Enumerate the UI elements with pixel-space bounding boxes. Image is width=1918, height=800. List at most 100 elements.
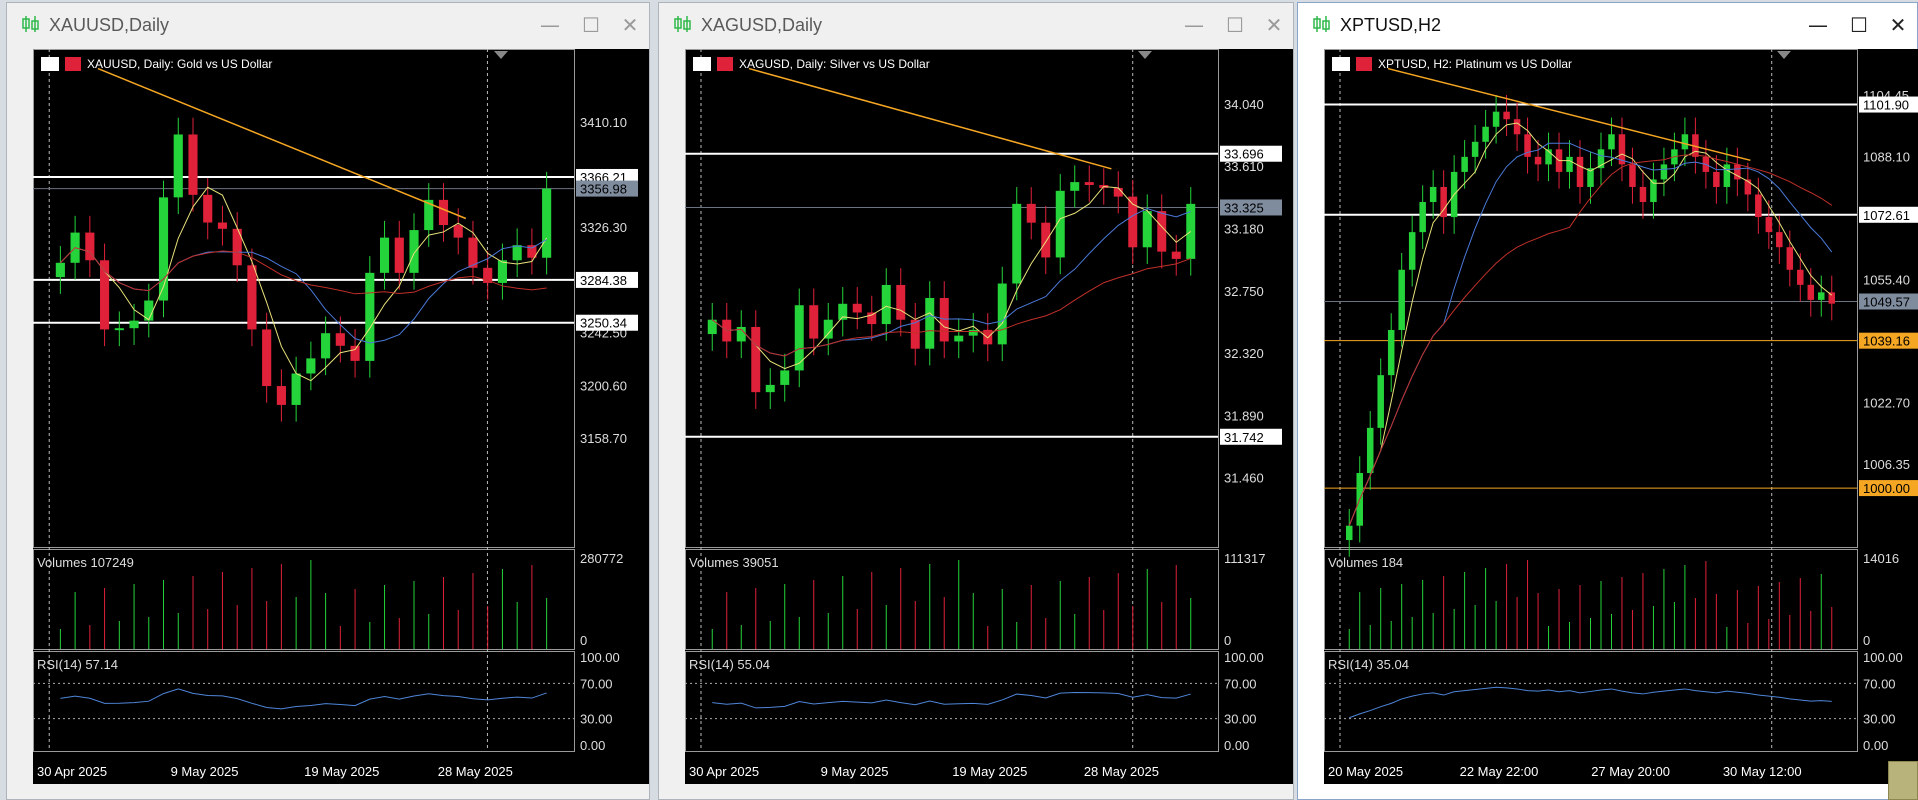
candle-body	[114, 328, 124, 331]
candle-body	[203, 194, 213, 223]
candle-body	[1387, 329, 1395, 376]
price-axis-label: 31.460	[1224, 471, 1264, 486]
price-chart[interactable]: 34.040 33.610 33.180 32.750 32.320 31.890 31.4…	[685, 49, 1293, 784]
date-axis-label: 28 May 2025	[1084, 764, 1159, 779]
chart-menu-icon[interactable]	[41, 57, 59, 71]
candlestick-chart-icon	[21, 15, 41, 33]
rsi-axis-label: 100.00	[1863, 650, 1903, 665]
date-axis-label: 9 May 2025	[171, 764, 239, 779]
candlestick-chart-icon	[1312, 15, 1332, 33]
candle-body	[512, 245, 522, 261]
rsi-axis-label: 70.00	[1863, 676, 1896, 691]
title-bar[interactable]: XAGUSD,Daily — ☐ ✕	[659, 3, 1293, 47]
date-axis-label: 19 May 2025	[304, 764, 379, 779]
candle-body	[173, 134, 183, 198]
chart-window-xau[interactable]: XAUUSD,Daily — ☐ ✕ 3410.10 3326.30 3242.50 3200…	[6, 2, 650, 800]
close-button[interactable]: ✕	[1257, 9, 1291, 41]
chart-menu-icon[interactable]	[693, 57, 711, 71]
candle-body	[1807, 284, 1815, 300]
candle-body	[1142, 211, 1152, 248]
candle-body	[1786, 247, 1794, 270]
candle-body	[765, 384, 775, 393]
symbol-info-label: XAGUSD, Daily: Silver vs US Dollar	[739, 57, 930, 71]
chart-canvas[interactable]: 34.04033.61033.18032.75032.32031.89031.4…	[685, 49, 1293, 784]
shift-marker-icon[interactable]	[1138, 51, 1152, 59]
volume-axis-label: 280772	[580, 551, 623, 566]
candle-body	[1629, 164, 1636, 187]
maximize-button[interactable]: ☐	[1218, 9, 1252, 41]
rsi-axis-label: 100.00	[1224, 650, 1264, 665]
candle-body	[1345, 525, 1353, 541]
one-click-trading-icon[interactable]	[65, 57, 81, 71]
candle-body	[379, 237, 390, 273]
minimize-button[interactable]: —	[1177, 9, 1211, 41]
shift-marker-icon[interactable]	[1777, 51, 1791, 59]
level-price-label: 31.742	[1224, 430, 1264, 445]
one-click-trading-icon[interactable]	[1356, 57, 1372, 71]
level-price-label: 33.325	[1224, 200, 1264, 215]
candle-body	[1681, 134, 1689, 150]
symbol-info-label: XPTUSD, H2: Platinum vs US Dollar	[1378, 57, 1572, 71]
minimize-button[interactable]: —	[533, 9, 567, 41]
candle-body	[1070, 182, 1080, 191]
date-axis-label: 22 May 22:00	[1460, 764, 1539, 779]
candle-body	[1818, 292, 1825, 300]
minimize-button[interactable]: —	[1801, 9, 1835, 41]
candle-body	[1366, 427, 1374, 474]
chart-menu-icon[interactable]	[1332, 57, 1350, 71]
chart-window-xpt[interactable]: XPTUSD,H2— ☐ ✕ 1104.45 1088.10 1055.40 1022.70…	[1297, 2, 1918, 800]
candle-body	[910, 319, 920, 349]
candle-body	[438, 199, 449, 226]
price-chart[interactable]: 1104.45 1088.10 1055.40 1022.70 1006.35 1101.…	[1324, 49, 1918, 784]
price-axis-label: 32.750	[1224, 284, 1264, 299]
candle-body	[1503, 111, 1510, 120]
level-price-label: 1049.57	[1863, 295, 1910, 310]
candle-body	[809, 305, 819, 339]
price-axis-label: 1055.40	[1863, 273, 1910, 288]
candle-body	[1765, 217, 1773, 233]
close-button[interactable]: ✕	[1881, 9, 1915, 41]
candle-body	[1566, 156, 1573, 172]
trend-line[interactable]	[97, 67, 467, 220]
price-axis-label: 33.180	[1224, 221, 1264, 236]
volume-axis-label: 0	[580, 633, 587, 648]
candle-body	[291, 373, 301, 405]
candle-body	[896, 284, 906, 320]
date-axis-label: 30 Apr 2025	[37, 764, 107, 779]
candle-body	[365, 272, 375, 361]
candle-body	[867, 312, 877, 325]
candle-body	[247, 265, 257, 330]
date-axis-label: 19 May 2025	[952, 764, 1027, 779]
title-bar[interactable]: XAUUSD,Daily — ☐ ✕	[7, 3, 649, 47]
chart-canvas[interactable]: 3410.103326.303242.503200.603158.703366.…	[33, 49, 649, 784]
resize-grip[interactable]	[1888, 761, 1918, 800]
candle-body	[542, 188, 552, 258]
candle-body	[453, 225, 463, 238]
candle-body	[276, 386, 286, 405]
level-price-label: 1101.90	[1863, 98, 1909, 113]
one-click-trading-icon[interactable]	[717, 57, 733, 71]
price-axis-label: 3326.30	[580, 220, 627, 235]
candle-body	[881, 284, 891, 325]
volume-axis-label: 111317	[1224, 551, 1265, 566]
maximize-button[interactable]: ☐	[1842, 9, 1876, 41]
title-bar[interactable]: XPTUSD,H2 — ☐ ✕	[1298, 3, 1917, 47]
maximize-button[interactable]: ☐	[574, 9, 608, 41]
candle-body	[1482, 126, 1489, 142]
level-price-label: 3356.98	[580, 182, 627, 197]
candle-body	[1113, 187, 1123, 197]
symbol-info-label: XAUUSD, Daily: Gold vs US Dollar	[87, 57, 272, 71]
candle-body	[55, 262, 65, 278]
candle-body	[1576, 156, 1584, 187]
price-chart[interactable]: 3410.10 3326.30 3242.50 3200.60 3158.70 3366.…	[33, 49, 649, 784]
candle-body	[1429, 186, 1437, 203]
rsi-axis-label: 30.00	[1224, 712, 1257, 727]
volume-axis-label: 14016	[1863, 551, 1899, 566]
chart-canvas[interactable]: 1104.451088.101055.401022.701006.351101.…	[1324, 49, 1918, 784]
candle-body	[1471, 141, 1479, 157]
chart-window-xag[interactable]: XAGUSD,Daily — ☐ ✕ 34.040 33.610 33.180 32.750 3…	[658, 2, 1294, 800]
shift-marker-icon[interactable]	[494, 51, 508, 59]
candle-body	[954, 335, 964, 342]
candle-body	[409, 230, 419, 273]
close-button[interactable]: ✕	[613, 9, 647, 41]
